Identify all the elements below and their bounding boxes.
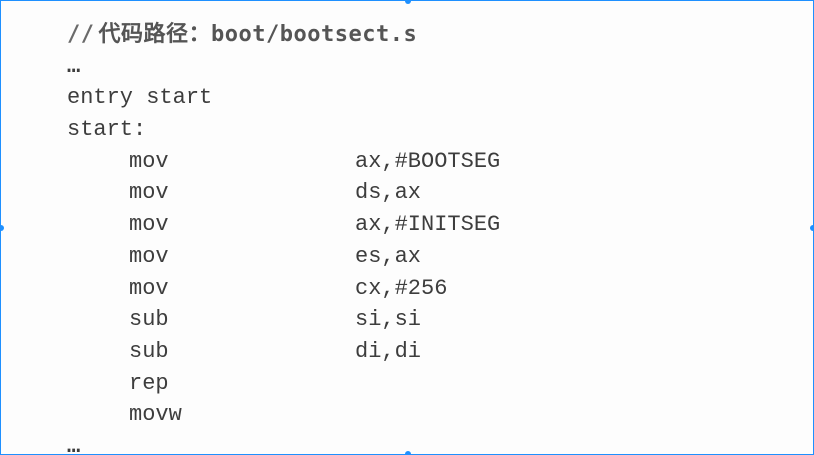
resize-handle-top[interactable] <box>405 1 411 4</box>
operands: ax,#BOOTSEG <box>355 148 501 174</box>
mnemonic: mov <box>129 212 169 238</box>
resize-handle-right[interactable] <box>810 225 813 231</box>
instruction-row: mov cx,#256 <box>67 273 797 305</box>
mnemonic: rep <box>129 370 169 396</box>
instruction-row: mov ds,ax <box>67 177 797 209</box>
mnemonic: movw <box>129 402 182 428</box>
instruction-row: sub si,si <box>67 304 797 336</box>
ellipsis-top: … <box>67 53 82 79</box>
instruction-row: mov ax,#INITSEG <box>67 209 797 241</box>
instruction-row: movw <box>67 399 797 431</box>
instruction-row: mov es,ax <box>67 241 797 273</box>
instruction-row: mov ax,#BOOTSEG <box>67 146 797 178</box>
code-line-label: start: <box>67 117 147 143</box>
resize-handle-left[interactable] <box>1 225 4 231</box>
instruction-row: sub di,di <box>67 336 797 368</box>
ellipsis-bottom: … <box>67 433 82 455</box>
operands: cx,#256 <box>355 275 448 301</box>
mnemonic: mov <box>129 275 169 301</box>
mnemonic: sub <box>129 307 169 333</box>
code-image-frame[interactable]: //代码路径：boot/bootsect.s … entry start sta… <box>0 0 814 455</box>
comment-line: //代码路径：boot/bootsect.s <box>67 19 797 51</box>
operands: si,si <box>355 307 422 333</box>
mnemonic: mov <box>129 148 169 174</box>
code-listing: //代码路径：boot/bootsect.s … entry start sta… <box>67 19 797 455</box>
mnemonic: mov <box>129 180 169 206</box>
operands: ds,ax <box>355 180 422 206</box>
code-line-entry: entry start <box>67 85 213 111</box>
operands: es,ax <box>355 243 422 269</box>
comment-label: 代码路径： <box>98 22 212 47</box>
comment-slashes: // <box>67 22 95 47</box>
mnemonic: sub <box>129 338 169 364</box>
mnemonic: mov <box>129 243 169 269</box>
operands: di,di <box>355 338 422 364</box>
comment-path: boot/bootsect.s <box>211 22 418 47</box>
operands: ax,#INITSEG <box>355 212 501 238</box>
instruction-row: rep <box>67 368 797 400</box>
